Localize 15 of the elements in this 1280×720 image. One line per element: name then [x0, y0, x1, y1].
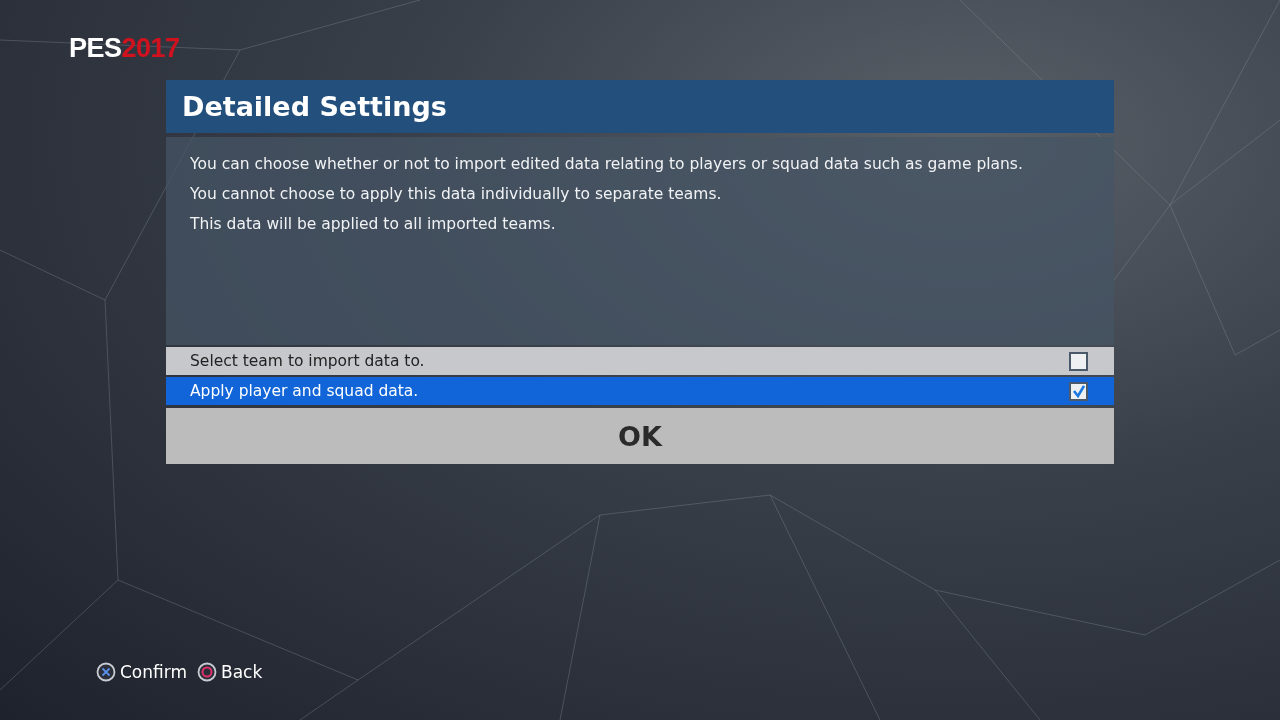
description-text: This data will be applied to all imported teams.	[190, 214, 557, 234]
cross-icon	[96, 662, 116, 682]
logo-text: PES	[69, 33, 122, 63]
checked-checkbox[interactable]	[1069, 381, 1088, 401]
controller-hint[interactable]: Back	[197, 662, 263, 682]
dialog-title: Detailed Settings	[166, 80, 1114, 133]
logo-year: 2017	[121, 33, 180, 63]
checkbox[interactable]	[1069, 351, 1088, 371]
description-text: You cannot choose to apply this data individually to separate teams.	[190, 184, 723, 204]
circle-icon	[197, 662, 217, 682]
option-row[interactable]: Select team to import data to.	[166, 347, 1114, 375]
description-text: You can choose whether or not to import edited data relating to players or squad data such as game plans.	[190, 154, 1024, 174]
controller-hint[interactable]: Confirm	[96, 662, 187, 682]
option-row[interactable]: Apply player and squad data.	[166, 377, 1114, 405]
ok-button[interactable]: OK	[166, 408, 1114, 464]
